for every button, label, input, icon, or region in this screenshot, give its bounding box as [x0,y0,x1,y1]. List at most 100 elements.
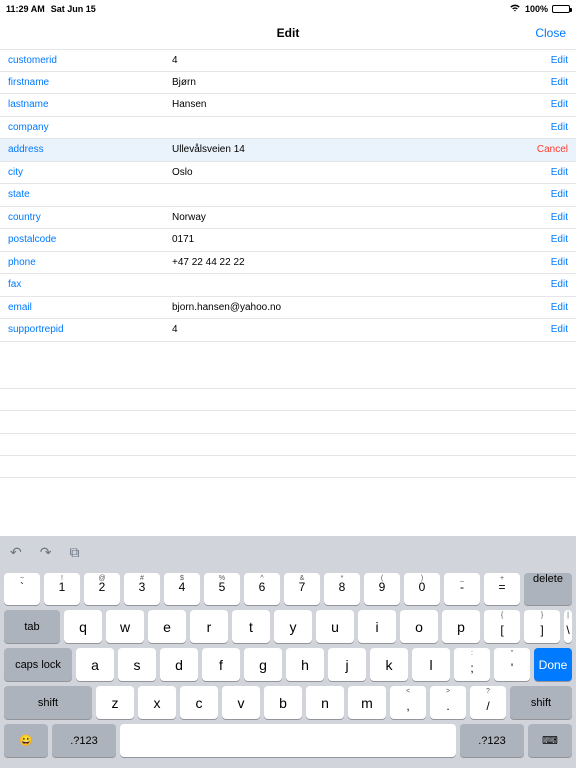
capslock-key[interactable]: caps lock [4,648,72,681]
numeric-left-key[interactable]: .?123 [52,724,116,757]
key-r[interactable]: r [190,610,228,643]
key-9[interactable]: (9 [364,573,400,605]
delete-key[interactable]: delete [524,573,572,605]
done-key[interactable]: Done [534,648,572,681]
key-h[interactable]: h [286,648,324,681]
key-3[interactable]: #3 [124,573,160,605]
key-4[interactable]: $4 [164,573,200,605]
page-title: Edit [277,26,300,40]
key-e[interactable]: e [148,610,186,643]
field-value[interactable]: bjorn.hansen@yahoo.no [172,302,551,313]
form-row-firstname: firstnameBjørnEdit [0,72,576,95]
key-y[interactable]: y [274,610,312,643]
key-`[interactable]: ~` [4,573,40,605]
tab-key[interactable]: tab [4,610,60,643]
key-8[interactable]: *8 [324,573,360,605]
space-key[interactable] [120,724,456,757]
field-value[interactable]: 0171 [172,234,551,245]
key-b[interactable]: b [264,686,302,719]
field-label: city [8,167,172,178]
key-g[interactable]: g [244,648,282,681]
field-value[interactable]: 4 [172,55,551,66]
form-row-supportrepid: supportrepid4Edit [0,319,576,342]
empty-rows [0,388,576,478]
key-d[interactable]: d [160,648,198,681]
shift-left-key[interactable]: shift [4,686,92,719]
edit-button[interactable]: Edit [551,99,568,110]
key-n[interactable]: n [306,686,344,719]
edit-button[interactable]: Edit [551,77,568,88]
edit-button[interactable]: Edit [551,212,568,223]
edit-button[interactable]: Edit [551,167,568,178]
field-value[interactable]: Norway [172,212,551,223]
edit-button[interactable]: Edit [551,279,568,290]
edit-button[interactable]: Edit [551,55,568,66]
key-f[interactable]: f [202,648,240,681]
key-p[interactable]: p [442,610,480,643]
emoji-key[interactable]: 😀 [4,724,48,757]
key-z[interactable]: z [96,686,134,719]
key-7[interactable]: &7 [284,573,320,605]
key-bracket-close[interactable]: }] [524,610,560,643]
wifi-icon [509,3,521,14]
hide-keyboard-key[interactable]: ⌨ [528,724,572,757]
key-=[interactable]: += [484,573,520,605]
key-5[interactable]: %5 [204,573,240,605]
key-s[interactable]: s [118,648,156,681]
form-row-address: addressUllevålsveien 14Cancel [0,139,576,162]
key-l[interactable]: l [412,648,450,681]
close-button[interactable]: Close [535,26,566,40]
edit-button[interactable]: Edit [551,189,568,200]
key-2[interactable]: @2 [84,573,120,605]
key-1[interactable]: !1 [44,573,80,605]
keyboard-row3: caps lockasdfghjkl:;"'Done [4,648,572,681]
key-quote[interactable]: "' [494,648,530,681]
key-o[interactable]: o [400,610,438,643]
field-value[interactable]: Oslo [172,167,551,178]
key-k[interactable]: k [370,648,408,681]
field-value[interactable]: Ullevålsveien 14 [172,144,537,155]
paste-icon[interactable]: ⧉ [69,544,79,561]
key-m[interactable]: m [348,686,386,719]
redo-icon[interactable]: ↷ [40,544,52,561]
numeric-right-key[interactable]: .?123 [460,724,524,757]
field-value[interactable]: +47 22 44 22 22 [172,257,551,268]
form-row-company: companyEdit [0,117,576,140]
key-6[interactable]: ^6 [244,573,280,605]
key-q[interactable]: q [64,610,102,643]
form-row-fax: faxEdit [0,274,576,297]
edit-button[interactable]: Edit [551,302,568,313]
field-value[interactable]: Hansen [172,99,551,110]
key-slash[interactable]: ?/ [470,686,506,719]
field-value[interactable]: 4 [172,324,551,335]
key--[interactable]: _- [444,573,480,605]
edit-button[interactable]: Edit [551,122,568,133]
key-w[interactable]: w [106,610,144,643]
edit-button[interactable]: Edit [551,234,568,245]
field-value[interactable]: Bjørn [172,77,551,88]
key-comma[interactable]: <, [390,686,426,719]
key-v[interactable]: v [222,686,260,719]
status-date: Sat Jun 15 [51,4,96,14]
key-j[interactable]: j [328,648,366,681]
edit-button[interactable]: Edit [551,324,568,335]
key-u[interactable]: u [316,610,354,643]
edit-button[interactable]: Edit [551,257,568,268]
key-semicolon[interactable]: :; [454,648,490,681]
keyboard-numrow: ~`!1@2#3$4%5^6&7*8(9)0_-+=delete [4,573,572,605]
key-period[interactable]: >. [430,686,466,719]
key-i[interactable]: i [358,610,396,643]
shift-right-key[interactable]: shift [510,686,572,719]
key-bracket-open[interactable]: {[ [484,610,520,643]
form-row-lastname: lastnameHansenEdit [0,94,576,117]
keyboard-row4: shiftzxcvbnm<,>.?/shift [4,686,572,719]
key-t[interactable]: t [232,610,270,643]
key-c[interactable]: c [180,686,218,719]
key-x[interactable]: x [138,686,176,719]
key-a[interactable]: a [76,648,114,681]
key-backslash[interactable]: |\ [564,610,572,643]
key-0[interactable]: )0 [404,573,440,605]
keyboard-row5: 😀.?123 .?123⌨ [4,724,572,757]
cancel-button[interactable]: Cancel [537,144,568,155]
undo-icon[interactable]: ↶ [10,544,22,561]
